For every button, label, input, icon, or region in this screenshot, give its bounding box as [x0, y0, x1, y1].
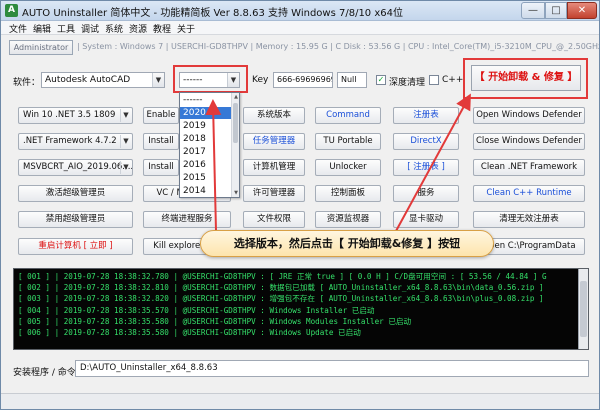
net-framework-label: .NET Framework 4.7.2	[23, 136, 117, 146]
status-bar	[1, 393, 599, 409]
software-label: 软件：	[13, 78, 41, 88]
installer-path-label: 安装程序 / 命令	[13, 368, 76, 378]
registry-button[interactable]: 注册表	[393, 107, 459, 124]
installer-path-input[interactable]: D:\AUTO_Uninstaller_x64_8.8.63	[75, 360, 589, 377]
menu-tutorial[interactable]: 教程	[153, 22, 171, 35]
resource-monitor-button[interactable]: 资源监视器	[315, 211, 381, 228]
log-scroll-thumb[interactable]	[580, 281, 587, 337]
enable-super-admin-button[interactable]: 激活超级管理员	[18, 185, 133, 202]
deep-clean-checkbox[interactable]: ✓	[376, 75, 386, 85]
terminal-service-button[interactable]: 终端进程服务	[143, 211, 231, 228]
maximize-button[interactable]: □	[545, 2, 567, 19]
msvbcrt-select[interactable]: MSVBCRT_AIO_2019.06.... ▼	[18, 159, 133, 176]
software-select-value: Autodesk AutoCAD	[45, 75, 131, 85]
software-select[interactable]: Autodesk AutoCAD ▼	[41, 72, 165, 88]
version-option[interactable]: 2016	[180, 159, 232, 171]
chevron-down-icon: ▼	[152, 73, 164, 87]
close-defender-button[interactable]: Close Windows Defender	[473, 133, 585, 150]
version-option[interactable]: 2014	[180, 185, 232, 197]
version-option[interactable]: 2015	[180, 172, 232, 184]
scroll-thumb[interactable]	[233, 103, 238, 143]
instruction-callout: 选择版本，然后点击【 开始卸载&修复 】按钮	[200, 230, 494, 257]
cpp-checkbox[interactable]	[429, 75, 439, 85]
menu-about[interactable]: 关于	[177, 22, 195, 35]
install-net-button[interactable]: Install	[143, 133, 179, 150]
log-line: [ 003 ] | 2019-07-28 18:38:32.820 | @USE…	[18, 294, 544, 304]
enable-button[interactable]: Enable	[143, 107, 179, 124]
version-dropdown-list: ------ 2020 2019 2018 2017 2016 2015 201…	[179, 92, 240, 198]
disable-super-admin-button[interactable]: 禁用超级管理员	[18, 211, 133, 228]
system-version-button[interactable]: 系统版本	[243, 107, 305, 124]
scroll-down-icon[interactable]: ▼	[232, 189, 239, 197]
graphics-driver-button[interactable]: 显卡驱动	[393, 211, 459, 228]
log-line: [ 001 ] | 2019-07-28 18:38:32.780 | @USE…	[18, 272, 547, 281]
menu-bar: 文件 编辑 工具 调试 系统 资源 教程 关于	[1, 21, 599, 35]
version-option[interactable]: 2017	[180, 146, 232, 158]
app-window: A AUTO Uninstaller 简体中文 - 功能精简板 Ver 8.8.…	[0, 0, 600, 410]
app-logo-icon: A	[5, 4, 18, 17]
menu-edit[interactable]: 编辑	[33, 22, 51, 35]
scroll-up-icon[interactable]: ▲	[232, 93, 239, 101]
tu-portable-button[interactable]: TU Portable	[315, 133, 381, 150]
clean-cpp-button[interactable]: Clean C++ Runtime	[473, 185, 585, 202]
close-button[interactable]: ✕	[567, 2, 597, 19]
file-permission-button[interactable]: 文件权限	[243, 211, 305, 228]
log-line: [ 006 ] | 2019-07-28 18:38:35.580 | @USE…	[18, 328, 361, 338]
title-bar[interactable]: A AUTO Uninstaller 简体中文 - 功能精简板 Ver 8.8.…	[1, 1, 599, 21]
directx-button[interactable]: DirectX	[393, 133, 459, 150]
control-panel-button[interactable]: 控制面板	[315, 185, 381, 202]
minimize-button[interactable]: —	[521, 2, 545, 19]
license-manager-button[interactable]: 许可管理器	[243, 185, 305, 202]
version-option[interactable]: ------	[180, 94, 232, 106]
system-info: | System : Windows 7 | USERCHI-GD8THPV |…	[77, 42, 600, 51]
task-manager-button[interactable]: 任务管理器	[243, 133, 305, 150]
start-uninstall-button[interactable]: 【 开始卸载 & 修复 】	[471, 65, 581, 91]
key-label: Key	[252, 75, 269, 85]
version-option[interactable]: 2018	[180, 133, 232, 145]
log-line: [ 005 ] | 2019-07-28 18:38:35.580 | @USE…	[18, 316, 412, 326]
log-line: [ 002 ] | 2019-07-28 18:38:32.810 | @USE…	[18, 283, 544, 293]
deep-clean-label: 深度清理	[389, 78, 426, 88]
command-button[interactable]: Command	[315, 107, 381, 124]
clean-invalid-registry-button[interactable]: 清理无效注册表	[473, 211, 585, 228]
win10-net35-label: Win 10 .NET 3.5 1809	[23, 110, 116, 120]
clean-net-button[interactable]: Clean .NET Framework	[473, 159, 585, 176]
menu-debug[interactable]: 调试	[81, 22, 99, 35]
computer-management-button[interactable]: 计算机管理	[243, 159, 305, 176]
msvbcrt-label: MSVBCRT_AIO_2019.06....	[23, 162, 133, 172]
menu-system[interactable]: 系统	[105, 22, 123, 35]
restart-computer-button[interactable]: 重启计算机 [ 立即 ]	[18, 238, 133, 255]
install-runtime-button[interactable]: Install	[143, 159, 179, 176]
menu-file[interactable]: 文件	[9, 22, 27, 35]
null-input[interactable]: Null	[337, 72, 367, 88]
administrator-button[interactable]: Administrator	[9, 40, 73, 55]
version-option-selected[interactable]: 2020	[180, 107, 232, 119]
net-framework-select[interactable]: .NET Framework 4.7.2 ▼	[18, 133, 133, 150]
chevron-down-icon: ▼	[120, 135, 131, 148]
key-input[interactable]: 666-69696969	[273, 72, 333, 88]
log-line: [ 004 ] | 2019-07-28 18:38:35.570 | @USE…	[18, 305, 375, 315]
menu-tools[interactable]: 工具	[57, 22, 75, 35]
services-button[interactable]: 服务	[393, 185, 459, 202]
open-defender-button[interactable]: Open Windows Defender	[473, 107, 585, 124]
version-highlight-frame	[173, 65, 248, 93]
log-scrollbar[interactable]	[578, 269, 588, 349]
chevron-down-icon: ▼	[120, 161, 131, 174]
cpp-label: C++	[442, 75, 464, 85]
log-console[interactable]: [ 001 ] | 2019-07-28 18:38:32.780 | @USE…	[13, 268, 589, 350]
win10-net35-select[interactable]: Win 10 .NET 3.5 1809 ▼	[18, 107, 133, 124]
menu-resources[interactable]: 资源	[129, 22, 147, 35]
window-title: AUTO Uninstaller 简体中文 - 功能精简板 Ver 8.8.63…	[22, 8, 403, 19]
chevron-down-icon: ▼	[120, 109, 131, 122]
dropdown-scrollbar[interactable]: ▲ ▼	[231, 93, 239, 197]
unlocker-button[interactable]: Unlocker	[315, 159, 381, 176]
registry-bracket-button[interactable]: [ 注册表 ]	[393, 159, 459, 176]
version-option[interactable]: 2019	[180, 120, 232, 132]
